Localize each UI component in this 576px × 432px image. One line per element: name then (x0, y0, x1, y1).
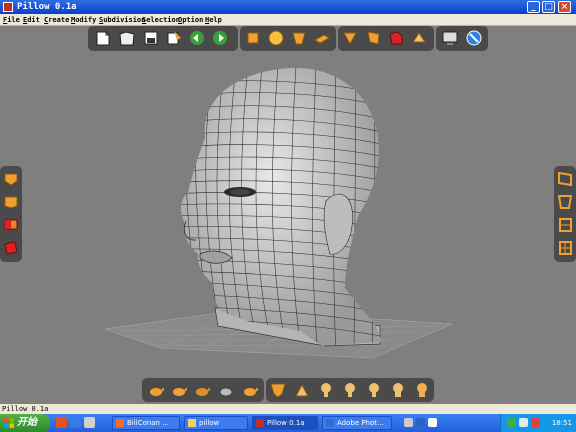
blue-circle-icon[interactable] (466, 30, 482, 46)
teapot-2-icon[interactable] (171, 382, 188, 398)
head-1-icon[interactable] (294, 382, 310, 398)
teapot-1-icon[interactable] (148, 382, 165, 398)
head-3-icon[interactable] (342, 382, 358, 398)
view-side-icon[interactable] (3, 217, 19, 233)
split-icon[interactable] (411, 30, 427, 46)
minimize-button[interactable]: _ (527, 1, 540, 13)
cube-icon[interactable] (245, 30, 261, 46)
view-perspective-icon[interactable] (3, 240, 19, 256)
menu-modify[interactable]: Modify (71, 14, 96, 26)
extrude-icon[interactable] (342, 30, 358, 46)
start-button[interactable]: 开始 (0, 414, 50, 432)
menu-selection[interactable]: Selection (142, 14, 180, 26)
teapot-5-icon[interactable] (242, 382, 259, 398)
folder-icon (188, 419, 196, 427)
frame-4-icon[interactable] (557, 240, 573, 256)
toolbar-create (240, 26, 336, 51)
volume-icon[interactable] (519, 418, 528, 427)
undo-icon[interactable] (189, 30, 205, 46)
menu-bar: File Edit Create Modify Subdivision Sele… (0, 14, 576, 26)
menu-help[interactable]: Help (205, 14, 222, 26)
quicklaunch-tool-icon[interactable] (84, 417, 95, 428)
tray-icon-3[interactable] (428, 418, 437, 427)
title-bar[interactable]: Pillow 0.1a _ □ × (0, 0, 576, 14)
menu-subdivision[interactable]: Subdivision (99, 14, 145, 26)
cylinder-icon[interactable] (291, 30, 307, 46)
menu-create[interactable]: Create (44, 14, 69, 26)
head-model-canvas[interactable] (0, 26, 576, 404)
save-as-icon[interactable] (166, 30, 182, 46)
new-file-icon[interactable] (95, 30, 111, 46)
status-text: Pillow 0.1a (2, 405, 49, 413)
network-icon[interactable] (507, 418, 516, 427)
head-6-icon[interactable] (414, 382, 430, 398)
quicklaunch-browser-icon[interactable] (56, 417, 67, 428)
head-4-icon[interactable] (366, 382, 382, 398)
head-mesh (180, 67, 382, 346)
help-icon[interactable] (416, 418, 425, 427)
toolbar-file (88, 26, 238, 51)
head-5-icon[interactable] (390, 382, 406, 398)
system-tray: 18:51 (500, 414, 576, 432)
toolbar-right (554, 166, 576, 262)
toolbar-left (0, 166, 22, 262)
quicklaunch-ie-icon[interactable] (70, 417, 81, 428)
pillow-app-icon (256, 419, 264, 427)
plane-icon[interactable] (314, 30, 330, 46)
firefox-icon (116, 419, 124, 427)
task-pillow-app[interactable]: Pillow 0.1a (252, 416, 318, 430)
close-button[interactable]: × (558, 1, 571, 13)
redo-icon[interactable] (212, 30, 228, 46)
app-icon[interactable] (3, 2, 13, 12)
status-bar: Pillow 0.1a (0, 404, 576, 414)
frame-3-icon[interactable] (557, 217, 573, 233)
sphere-icon[interactable] (268, 30, 284, 46)
head-2-icon[interactable] (318, 382, 334, 398)
frame-1-icon[interactable] (557, 171, 573, 187)
teapot-wire-icon[interactable] (218, 382, 234, 398)
maximize-button[interactable]: □ (542, 1, 555, 13)
task-pillow-folder[interactable]: pillow (184, 416, 248, 430)
tray-icon-1[interactable] (404, 418, 413, 427)
teapot-3-icon[interactable] (194, 382, 211, 398)
save-icon[interactable] (143, 30, 159, 46)
clock: 18:51 (551, 419, 572, 427)
task-photoshop[interactable]: Adobe Phot... (322, 416, 392, 430)
toolbar-bottom-left (142, 378, 264, 402)
task-billconan[interactable]: BillConan ... (112, 416, 180, 430)
taskbar: 开始 BillConan ... pillow Pillow 0.1a Adob… (0, 414, 576, 432)
windows-flag-icon (4, 418, 14, 428)
frame-2-icon[interactable] (557, 194, 573, 210)
bevel-icon[interactable] (365, 30, 381, 46)
view-front-icon[interactable] (3, 194, 19, 210)
view-top-icon[interactable] (3, 171, 19, 187)
security-icon[interactable] (531, 418, 540, 427)
toolbar-bottom-right (266, 378, 434, 402)
viewport-3d[interactable] (0, 26, 576, 404)
menu-file[interactable]: File (3, 14, 20, 26)
open-file-icon[interactable] (119, 30, 135, 46)
toolbar-view (436, 26, 488, 51)
photoshop-icon (326, 419, 334, 427)
mask-icon[interactable] (270, 382, 286, 398)
red-cube-icon[interactable] (388, 30, 404, 46)
start-label: 开始 (17, 417, 37, 428)
window-title: Pillow 0.1a (17, 2, 77, 12)
menu-edit[interactable]: Edit (23, 14, 40, 26)
menu-option[interactable]: Option (178, 14, 203, 26)
monitor-icon[interactable] (442, 30, 458, 46)
toolbar-modify (338, 26, 434, 51)
